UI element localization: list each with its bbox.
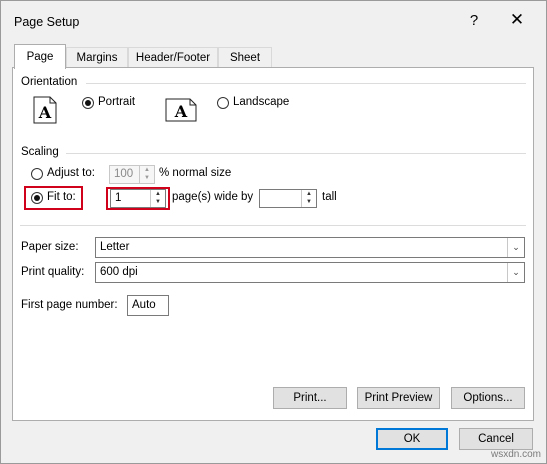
portrait-icon-letter: A — [38, 103, 52, 122]
help-icon[interactable]: ? — [466, 12, 482, 29]
landscape-label[interactable]: Landscape — [233, 96, 289, 108]
orientation-separator — [86, 83, 526, 84]
scaling-separator — [66, 153, 526, 154]
pages-tall-spinner[interactable]: ▲ ▼ — [259, 189, 317, 208]
portrait-page-icon: A — [33, 96, 57, 124]
ok-button[interactable]: OK — [376, 428, 448, 450]
pages-wide-spin-buttons[interactable]: ▲ ▼ — [150, 190, 165, 207]
watermark-text: wsxdn.com — [490, 449, 541, 460]
tab-header-footer[interactable]: Header/Footer — [128, 47, 218, 68]
adjust-to-radio[interactable] — [31, 168, 43, 180]
pages-wide-value: 1 — [115, 192, 122, 204]
cancel-button[interactable]: Cancel — [459, 428, 533, 450]
landscape-icon-letter: A — [174, 102, 188, 121]
scaling-heading: Scaling — [21, 146, 59, 158]
paper-size-select[interactable]: Letter ⌄ — [95, 237, 525, 258]
chevron-down-icon[interactable]: ⌄ — [507, 263, 524, 282]
adjust-to-spin-buttons[interactable]: ▲ ▼ — [139, 166, 154, 183]
first-page-number-field[interactable]: Auto — [127, 295, 169, 316]
print-quality-select[interactable]: 600 dpi ⌄ — [95, 262, 525, 283]
print-preview-button[interactable]: Print Preview — [357, 387, 440, 409]
pages-tall-suffix: tall — [322, 191, 337, 203]
pages-wide-suffix: page(s) wide by — [172, 191, 254, 203]
portrait-radio[interactable] — [82, 97, 94, 109]
tab-sheet[interactable]: Sheet — [218, 47, 272, 68]
portrait-label[interactable]: Portrait — [98, 96, 135, 108]
paper-size-value: Letter — [100, 241, 130, 253]
options-button[interactable]: Options... — [451, 387, 525, 409]
print-button[interactable]: Print... — [273, 387, 347, 409]
landscape-radio[interactable] — [217, 97, 229, 109]
adjust-to-value: 100 — [114, 168, 134, 180]
pages-tall-spin-buttons[interactable]: ▲ ▼ — [301, 190, 316, 207]
paper-size-label: Paper size: — [21, 241, 79, 253]
orientation-heading: Orientation — [21, 76, 78, 88]
pages-wide-spinner[interactable]: 1 ▲ ▼ — [110, 189, 166, 208]
tab-margins[interactable]: Margins — [66, 47, 128, 68]
dialog-title: Page Setup — [14, 15, 80, 29]
first-page-number-value: Auto — [132, 299, 156, 311]
first-page-number-label: First page number: — [21, 299, 118, 311]
adjust-to-suffix: % normal size — [159, 167, 232, 179]
print-quality-value: 600 dpi — [100, 266, 138, 278]
landscape-page-icon: A — [165, 98, 197, 122]
print-quality-label: Print quality: — [21, 266, 85, 278]
chevron-down-icon[interactable]: ⌄ — [507, 238, 524, 257]
adjust-to-spinner[interactable]: 100 ▲ ▼ — [109, 165, 155, 184]
fit-to-label[interactable]: Fit to: — [47, 191, 76, 203]
tab-page[interactable]: Page — [14, 44, 66, 69]
fit-to-radio[interactable] — [31, 192, 43, 204]
scaling-bottom-separator — [20, 225, 526, 226]
adjust-to-label[interactable]: Adjust to: — [47, 167, 95, 179]
close-icon[interactable]: ✕ — [508, 10, 526, 30]
